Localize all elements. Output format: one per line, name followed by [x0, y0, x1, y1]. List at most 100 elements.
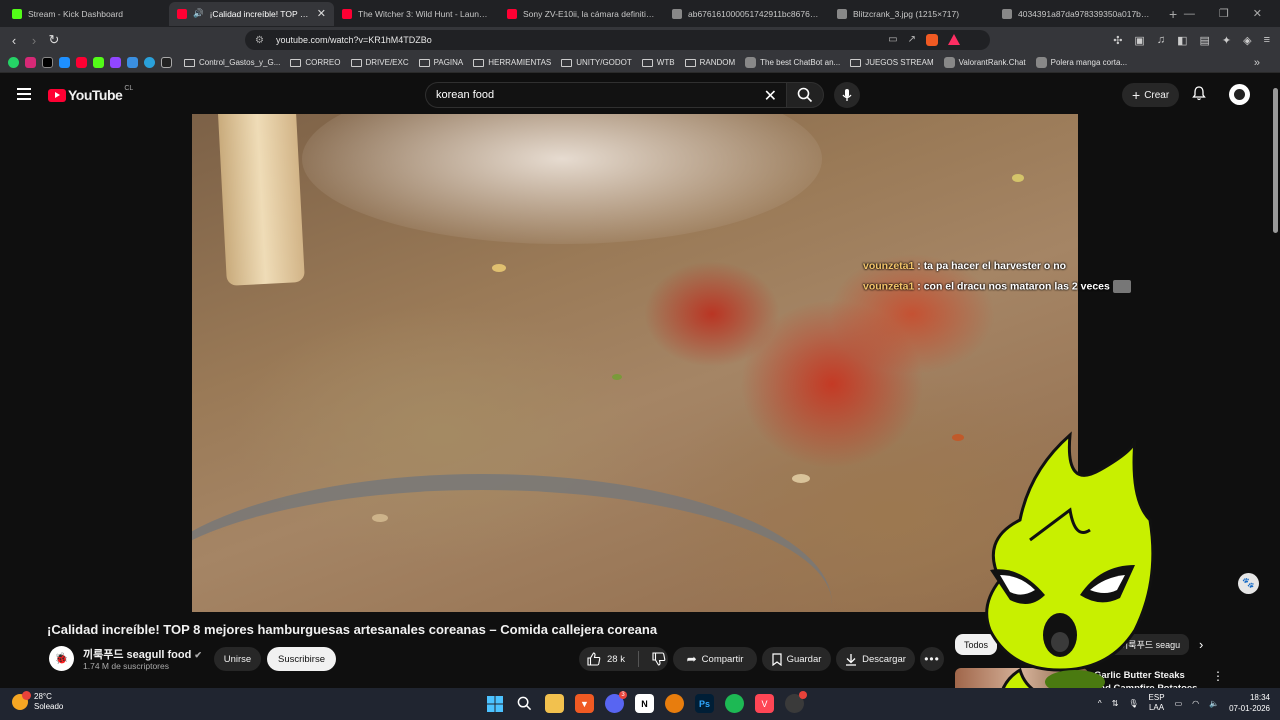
maximize-icon[interactable]: ❐	[1219, 7, 1229, 20]
chevron-right-icon[interactable]: ›	[1199, 637, 1203, 652]
windows-start-icon[interactable]	[485, 694, 504, 713]
tray-overflow-icon[interactable]: ^	[1098, 699, 1102, 708]
sidebar-icon[interactable]: ◧	[1177, 34, 1187, 47]
cast-icon[interactable]: ▭	[888, 34, 897, 46]
obs-icon[interactable]	[785, 691, 807, 713]
gmail-icon[interactable]	[161, 57, 172, 68]
reload-icon[interactable]: ↻	[44, 32, 64, 48]
search-button[interactable]	[786, 82, 824, 108]
bookmark-item[interactable]: JUEGOS STREAM	[850, 57, 934, 68]
x-icon[interactable]	[42, 57, 53, 68]
display-icon[interactable]: ▭	[1175, 699, 1183, 708]
join-button[interactable]: Unirse	[214, 647, 261, 671]
more-vertical-icon[interactable]: ⋮	[1212, 669, 1224, 683]
brave-browser-icon[interactable]: ▼	[575, 694, 594, 713]
close-window-icon[interactable]: ✕	[1253, 7, 1262, 20]
wallet-card-icon[interactable]: ▤	[1199, 34, 1209, 47]
channel-avatar[interactable]: 🐞	[49, 646, 74, 671]
channel-name[interactable]: 끼룩푸드 seagull food ✔	[83, 646, 202, 662]
more-bookmarks-icon[interactable]: »	[1254, 57, 1260, 69]
address-bar[interactable]: ⚙ youtube.com/watch?v=KR1hM4TDZBo	[245, 30, 990, 50]
share-icon[interactable]: ↗	[908, 34, 916, 46]
create-button[interactable]: + Crear	[1122, 83, 1180, 107]
minimize-icon[interactable]: —	[1184, 8, 1195, 20]
share-button[interactable]: ➦ Compartir	[673, 647, 757, 671]
youtube-logo[interactable]: YouTube CL	[48, 85, 133, 103]
youtube-icon[interactable]	[76, 57, 87, 68]
bookmark-label: WTB	[656, 58, 675, 67]
tab-title: Sony ZV-E10ii, la cámara definitiva p	[523, 8, 656, 19]
bookmark-item[interactable]: Polera manga corta...	[1035, 57, 1127, 68]
bookmark-item[interactable]: UNITY/GODOT	[561, 57, 632, 68]
pencil-icon[interactable]	[127, 57, 138, 68]
bookmark-item[interactable]: CORREO	[290, 57, 341, 68]
bookmark-item[interactable]: ValorantRank.Chat	[943, 57, 1026, 68]
tab-audio-icon[interactable]: 🔊	[193, 8, 204, 19]
discord-icon[interactable]: 3	[605, 691, 627, 713]
wifi-icon[interactable]: ◠	[1192, 699, 1199, 708]
bookmark-item[interactable]: RANDOM	[684, 57, 735, 68]
browser-tab[interactable]: ab676161000051742911bc86767e2	[664, 2, 829, 26]
bookmark-item[interactable]: Control_Gastos_y_G...	[184, 57, 280, 68]
photoshop-icon[interactable]: Ps	[695, 694, 714, 713]
save-button[interactable]: Guardar	[762, 647, 831, 671]
bookmark-item[interactable]: PAGINA	[418, 57, 463, 68]
blender-icon[interactable]	[665, 694, 684, 713]
microphone-tray-icon[interactable]: 🎙	[1128, 699, 1138, 708]
browser-tab[interactable]: Stream - Kick Dashboard	[4, 2, 169, 26]
brave-shields-icon[interactable]	[926, 34, 938, 46]
language-indicator[interactable]: ESP LAA	[1149, 693, 1165, 713]
page-scrollbar[interactable]	[1273, 88, 1278, 233]
subscribe-button[interactable]: Suscribirse	[267, 647, 336, 671]
browser-tab[interactable]: 4034391a87da978339350a017b06f	[994, 2, 1159, 26]
weather-widget[interactable]: 28°C Soleado	[12, 691, 63, 712]
app-icon[interactable]	[59, 57, 70, 68]
site-info-icon[interactable]: ⚙	[255, 35, 264, 46]
back-icon[interactable]: ‹	[4, 33, 24, 48]
forward-icon[interactable]: ›	[24, 33, 44, 48]
browser-tab[interactable]: 🔊 ¡Calidad increíble! TOP 8 mejores hambu…	[169, 1, 334, 26]
like-button[interactable]: 28 k	[587, 652, 625, 666]
notifications-bell-icon[interactable]	[1192, 86, 1206, 104]
extensions-icon[interactable]: ✣	[1113, 34, 1122, 47]
bookmark-item[interactable]: The best ChatBot an...	[745, 57, 840, 68]
video-player[interactable]	[192, 114, 1078, 612]
telegram-icon[interactable]	[144, 57, 155, 68]
volume-icon[interactable]: 🔈	[1209, 699, 1219, 708]
vpn-icon[interactable]: ◈	[1243, 34, 1251, 47]
valorant-icon[interactable]: V	[755, 694, 774, 713]
browser-tab[interactable]: Blitzcrank_3.jpg (1215×717)	[829, 2, 994, 26]
bookmark-item[interactable]: DRIVE/EXC	[350, 57, 409, 68]
file-explorer-icon[interactable]	[545, 694, 564, 713]
close-tab-icon[interactable]: ✕	[317, 7, 326, 20]
voice-search-button[interactable]	[834, 82, 860, 108]
clock[interactable]: 18:34 07-01-2026	[1229, 692, 1270, 714]
instagram-icon[interactable]	[25, 57, 36, 68]
wallet-icon[interactable]: ▣	[1134, 34, 1144, 47]
paw-extension-button[interactable]: 🐾	[1238, 573, 1259, 594]
taskbar-apps: ▼ 3 N Ps V	[485, 691, 807, 713]
brave-rewards-icon[interactable]	[948, 34, 960, 45]
hamburger-menu-icon[interactable]	[17, 88, 31, 103]
notion-icon[interactable]: N	[635, 694, 654, 713]
browser-tab[interactable]: Sony ZV-E10ii, la cámara definitiva p	[499, 2, 664, 26]
more-actions-button[interactable]: •••	[920, 647, 944, 671]
account-avatar[interactable]	[1229, 84, 1250, 105]
network-icon[interactable]: ⇅	[1112, 699, 1119, 708]
leo-ai-icon[interactable]: ✦	[1222, 34, 1231, 47]
browser-tab[interactable]: The Witcher 3: Wild Hunt - Launch C	[334, 2, 499, 26]
download-button[interactable]: Descargar	[836, 647, 915, 671]
whatsapp-icon[interactable]	[8, 57, 19, 68]
bookmark-item[interactable]: WTB	[641, 57, 675, 68]
new-tab-button[interactable]: +	[1169, 6, 1177, 22]
search-input[interactable]: korean food ✕	[425, 82, 787, 108]
thumbs-down-icon[interactable]	[652, 652, 666, 666]
music-icon[interactable]: ♫	[1157, 34, 1165, 47]
clear-search-icon[interactable]: ✕	[764, 86, 777, 106]
twitch-icon[interactable]	[110, 57, 121, 68]
spotify-icon[interactable]	[725, 694, 744, 713]
bookmark-item[interactable]: HERRAMIENTAS	[473, 57, 551, 68]
menu-icon[interactable]: ≡	[1264, 34, 1270, 47]
taskbar-search-icon[interactable]	[515, 694, 534, 713]
kick-icon[interactable]	[93, 57, 104, 68]
